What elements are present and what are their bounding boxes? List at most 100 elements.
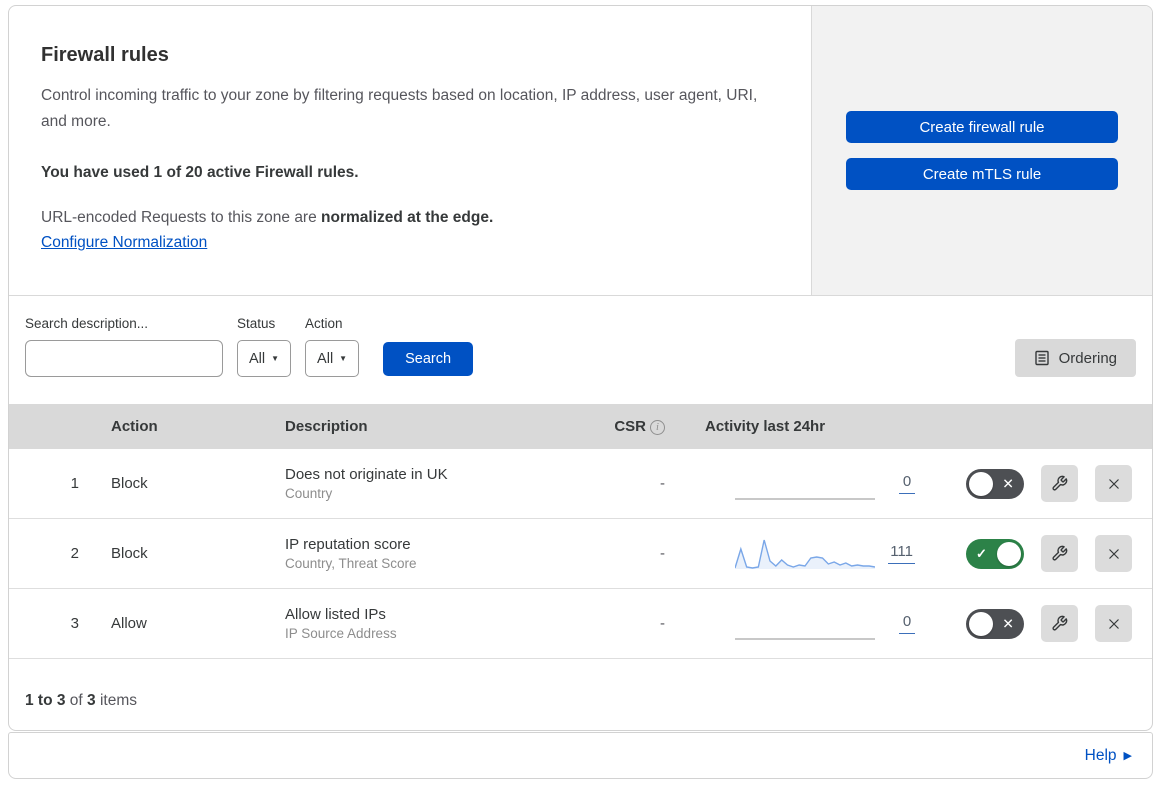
rule-match-fields: Country bbox=[285, 486, 333, 501]
wrench-icon bbox=[1052, 545, 1068, 561]
filter-bar: Search description... Status All ▼ Actio… bbox=[9, 296, 1152, 404]
status-label: Status bbox=[237, 316, 276, 331]
rule-match-fields: Country, Threat Score bbox=[285, 556, 417, 571]
pagination-summary: 1 to 3 of 3 items bbox=[9, 659, 1152, 730]
table-row: 1 Block Does not originate in UK Country… bbox=[9, 449, 1152, 519]
rule-action: Block bbox=[111, 475, 148, 492]
rule-enabled-toggle[interactable]: ✓ ✕ bbox=[966, 538, 1024, 569]
toggle-check-icon: ✓ bbox=[976, 545, 987, 561]
arrow-right-icon: ▶ bbox=[1123, 750, 1132, 762]
rule-controls: ✓ ✕ bbox=[929, 535, 1152, 572]
edit-rule-button[interactable] bbox=[1041, 465, 1078, 502]
activity-sparkline bbox=[735, 637, 875, 640]
rule-description-cell: Allow listed IPs IP Source Address bbox=[269, 606, 579, 641]
activity-sparkline bbox=[735, 497, 875, 500]
activity-count-link[interactable]: 111 bbox=[888, 543, 915, 564]
normalization-bold-text: normalized at the edge. bbox=[321, 209, 494, 227]
actions-panel: Create firewall rule Create mTLS rule bbox=[811, 6, 1152, 295]
search-label: Search description... bbox=[25, 316, 149, 331]
rule-match-fields: IP Source Address bbox=[285, 626, 397, 641]
rule-controls: ✓ ✕ bbox=[929, 465, 1152, 502]
rule-enabled-toggle[interactable]: ✓ ✕ bbox=[966, 468, 1024, 499]
rule-description: Does not originate in UK bbox=[285, 466, 448, 483]
summary-range: 1 to 3 bbox=[25, 692, 66, 709]
rule-priority: 2 bbox=[70, 545, 79, 562]
rule-enabled-toggle[interactable]: ✓ ✕ bbox=[966, 608, 1024, 639]
firewall-rules-page: Firewall rules Control incoming traffic … bbox=[0, 0, 1161, 791]
table-row: 3 Allow Allow listed IPs IP Source Addre… bbox=[9, 589, 1152, 659]
action-selected-value: All bbox=[317, 350, 334, 367]
header-activity: Activity last 24hr bbox=[705, 418, 826, 435]
action-label: Action bbox=[305, 316, 343, 331]
create-mtls-rule-button[interactable]: Create mTLS rule bbox=[846, 158, 1118, 190]
normalization-text: URL-encoded Requests to this zone are bbox=[41, 209, 317, 227]
chevron-down-icon: ▼ bbox=[339, 354, 348, 363]
hero-text-block: Firewall rules Control incoming traffic … bbox=[9, 6, 811, 295]
delete-rule-button[interactable] bbox=[1095, 465, 1132, 502]
info-icon[interactable]: i bbox=[650, 420, 665, 435]
search-box bbox=[25, 340, 225, 377]
help-link[interactable]: Help ▶ bbox=[1085, 747, 1132, 765]
action-select[interactable]: All ▼ bbox=[305, 340, 360, 377]
rule-controls: ✓ ✕ bbox=[929, 605, 1152, 642]
status-filter-group: Status All ▼ bbox=[237, 316, 292, 377]
edit-rule-button[interactable] bbox=[1041, 535, 1078, 572]
usage-note: You have used 1 of 20 active Firewall ru… bbox=[41, 164, 359, 182]
delete-rule-button[interactable] bbox=[1095, 605, 1132, 642]
normalization-note: URL-encoded Requests to this zone are no… bbox=[41, 209, 771, 227]
search-input[interactable] bbox=[44, 350, 225, 367]
header-csr: CSR i bbox=[579, 418, 679, 435]
header-csr-label: CSR bbox=[614, 418, 646, 435]
toggle-cross-icon: ✕ bbox=[1002, 475, 1014, 491]
ordering-button[interactable]: Ordering bbox=[1014, 339, 1136, 377]
wrench-icon bbox=[1052, 615, 1068, 631]
ordering-list-icon bbox=[1034, 350, 1049, 366]
activity-count-link[interactable]: 0 bbox=[899, 613, 915, 634]
page-title: Firewall rules bbox=[41, 44, 169, 66]
header-description: Description bbox=[285, 418, 368, 435]
rule-description: Allow listed IPs bbox=[285, 606, 386, 623]
rule-csr-value: - bbox=[660, 475, 665, 492]
configure-normalization-link[interactable]: Configure Normalization bbox=[41, 234, 207, 252]
toggle-knob bbox=[969, 611, 993, 636]
rule-priority: 3 bbox=[70, 615, 79, 632]
search-group: Search description... bbox=[25, 316, 225, 377]
page-description: Control incoming traffic to your zone by… bbox=[41, 87, 758, 130]
rule-description: IP reputation score bbox=[285, 536, 411, 553]
rule-description-cell: Does not originate in UK Country bbox=[269, 466, 579, 501]
activity-count-link[interactable]: 0 bbox=[899, 473, 915, 494]
toggle-cross-icon: ✕ bbox=[1002, 615, 1014, 631]
summary-of: of bbox=[69, 692, 83, 709]
search-button[interactable]: Search bbox=[383, 342, 474, 376]
hero-section: Firewall rules Control incoming traffic … bbox=[9, 6, 1152, 296]
chevron-down-icon: ▼ bbox=[271, 354, 280, 363]
create-firewall-rule-button[interactable]: Create firewall rule bbox=[846, 111, 1118, 143]
summary-total: 3 bbox=[87, 692, 96, 709]
action-filter-group: Action All ▼ bbox=[305, 316, 360, 377]
rule-action: Allow bbox=[111, 615, 147, 632]
rule-activity-cell: 111 bbox=[679, 536, 929, 572]
rule-activity-cell: 0 bbox=[679, 606, 929, 642]
rule-activity-cell: 0 bbox=[679, 466, 929, 502]
ordering-button-label: Ordering bbox=[1058, 349, 1117, 367]
status-select[interactable]: All ▼ bbox=[237, 340, 292, 377]
toggle-knob bbox=[997, 541, 1021, 566]
rule-csr-value: - bbox=[660, 545, 665, 562]
header-action: Action bbox=[111, 418, 158, 435]
status-selected-value: All bbox=[249, 350, 266, 367]
table-row: 2 Block IP reputation score Country, Thr… bbox=[9, 519, 1152, 589]
firewall-rules-card: Firewall rules Control incoming traffic … bbox=[8, 5, 1153, 731]
sparkline-line bbox=[735, 539, 875, 569]
delete-rule-button[interactable] bbox=[1095, 535, 1132, 572]
sparkline-area bbox=[735, 539, 875, 569]
summary-items: items bbox=[99, 692, 138, 709]
help-label: Help bbox=[1084, 746, 1117, 764]
table-header: Action Description CSR i Activity last 24… bbox=[9, 404, 1152, 449]
edit-rule-button[interactable] bbox=[1041, 605, 1078, 642]
x-icon bbox=[1108, 548, 1119, 559]
x-icon bbox=[1108, 478, 1119, 489]
rule-priority: 1 bbox=[70, 475, 79, 492]
x-icon bbox=[1108, 618, 1119, 629]
rule-description-cell: IP reputation score Country, Threat Scor… bbox=[269, 536, 579, 571]
toggle-knob bbox=[969, 471, 993, 496]
